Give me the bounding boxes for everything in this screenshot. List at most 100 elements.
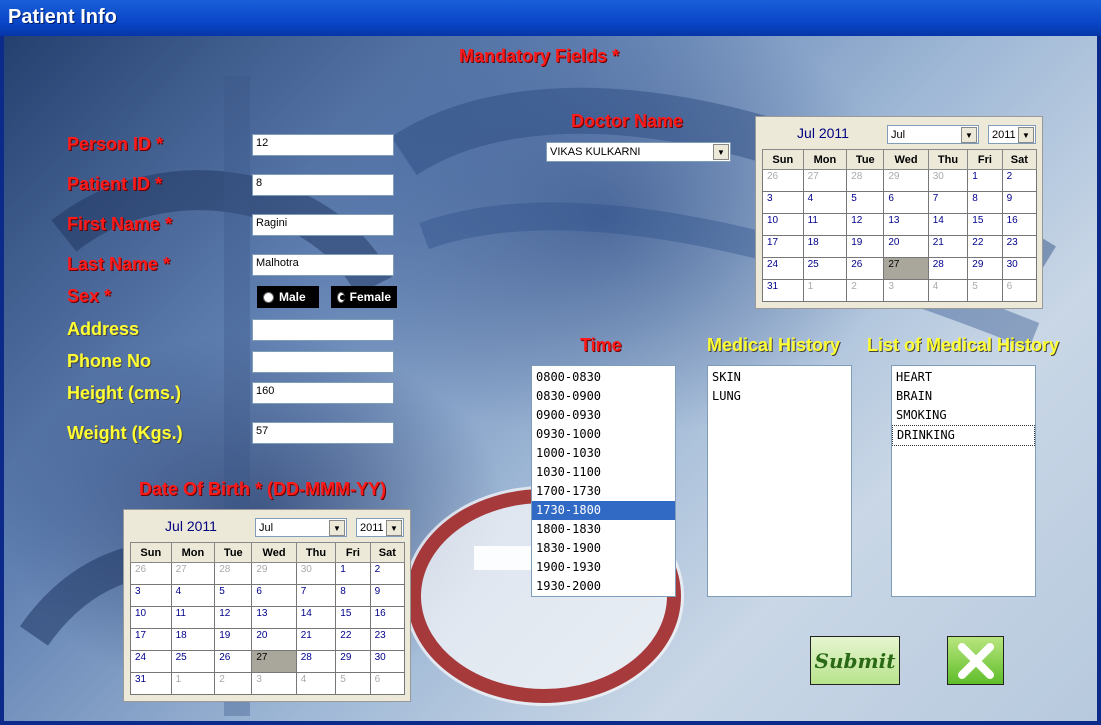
calendar-day[interactable]: 24 — [762, 257, 804, 280]
calendar-day[interactable]: 10 — [762, 213, 804, 236]
calendar-day[interactable]: 23 — [369, 628, 406, 651]
calendar-day[interactable]: 20 — [883, 235, 929, 258]
calendar-day[interactable]: 25 — [802, 257, 848, 280]
calendar-day[interactable]: 29 — [251, 562, 297, 585]
medical-history-item[interactable]: SKIN — [708, 368, 851, 387]
time-slot-list[interactable]: 0800-0830 0830-0900 0900-0930 0930-1000 1000… — [531, 365, 676, 597]
time-slot-item[interactable]: 0900-0930 — [532, 406, 675, 425]
medical-history-option[interactable]: HEART — [892, 368, 1035, 387]
height-field[interactable]: 160 — [252, 382, 394, 404]
calendar-day[interactable]: 22 — [967, 235, 1003, 258]
time-slot-item[interactable]: 1730-1800 — [532, 501, 675, 520]
calendar-day[interactable]: 4 — [295, 672, 337, 695]
calendar-day[interactable]: 11 — [802, 213, 848, 236]
calendar-day[interactable]: 27 — [170, 562, 216, 585]
chevron-down-icon[interactable]: ▼ — [713, 144, 729, 160]
time-slot-item[interactable]: 1930-2000 — [532, 577, 675, 596]
calendar-year-select[interactable]: 2011 ▼ — [988, 125, 1036, 144]
time-slot-item[interactable]: 1700-1730 — [532, 482, 675, 501]
calendar-month-select[interactable]: Jul ▼ — [887, 125, 979, 144]
calendar-day[interactable]: 9 — [369, 584, 406, 607]
calendar-day[interactable]: 27 — [251, 650, 297, 673]
calendar-day[interactable]: 6 — [883, 191, 929, 214]
calendar-day[interactable]: 18 — [170, 628, 216, 651]
calendar-day[interactable]: 11 — [170, 606, 216, 629]
dob-calendar[interactable]: Jul 2011 Jul ▼ 2011 ▼ Sun Mon Tue Wed Thu Fri… — [123, 509, 411, 702]
calendar-day[interactable]: 28 — [846, 169, 885, 192]
calendar-day[interactable]: 1 — [335, 562, 371, 585]
calendar-day[interactable]: 10 — [130, 606, 172, 629]
calendar-day[interactable]: 1 — [170, 672, 216, 695]
phone-field[interactable] — [252, 351, 394, 373]
address-field[interactable] — [252, 319, 394, 341]
calendar-day[interactable]: 21 — [927, 235, 969, 258]
calendar-day[interactable]: 17 — [130, 628, 172, 651]
calendar-day[interactable]: 1 — [967, 169, 1003, 192]
time-slot-item[interactable]: 0930-1000 — [532, 425, 675, 444]
patient-id-field[interactable]: 8 — [252, 174, 394, 196]
calendar-day[interactable]: 29 — [335, 650, 371, 673]
medical-history-option[interactable]: SMOKING — [892, 406, 1035, 425]
calendar-day[interactable]: 5 — [214, 584, 253, 607]
time-slot-item[interactable]: 1900-1930 — [532, 558, 675, 577]
calendar-day[interactable]: 28 — [927, 257, 969, 280]
male-radio[interactable]: Male — [257, 286, 319, 308]
chevron-down-icon[interactable]: ▼ — [1018, 127, 1034, 143]
calendar-year-select[interactable]: 2011 ▼ — [356, 518, 404, 537]
calendar-day[interactable]: 1 — [802, 279, 848, 302]
calendar-day[interactable]: 2 — [1001, 169, 1038, 192]
calendar-day[interactable]: 13 — [883, 213, 929, 236]
calendar-day[interactable]: 2 — [214, 672, 253, 695]
calendar-day[interactable]: 5 — [846, 191, 885, 214]
time-slot-item[interactable]: 1800-1830 — [532, 520, 675, 539]
doctor-select[interactable]: VIKAS KULKARNI ▼ — [546, 142, 731, 162]
calendar-day[interactable]: 23 — [1001, 235, 1038, 258]
calendar-day[interactable]: 28 — [214, 562, 253, 585]
calendar-day[interactable]: 19 — [846, 235, 885, 258]
medical-history-option[interactable]: BRAIN — [892, 387, 1035, 406]
calendar-grid[interactable]: Sun Mon Tue Wed Thu Fri Sat 26 27 28 29 30 1 2 3 4 5 6 7 8 9… — [762, 149, 1038, 302]
calendar-day[interactable]: 12 — [214, 606, 253, 629]
calendar-day[interactable]: 8 — [335, 584, 371, 607]
calendar-day[interactable]: 29 — [883, 169, 929, 192]
calendar-day[interactable]: 4 — [927, 279, 969, 302]
calendar-day[interactable]: 16 — [369, 606, 406, 629]
calendar-day[interactable]: 15 — [335, 606, 371, 629]
calendar-grid[interactable]: Sun Mon Tue Wed Thu Fri Sat 26 27 28 29 30 1 2 3 4 5 6 7 8 9… — [130, 542, 406, 695]
calendar-day[interactable]: 26 — [762, 169, 804, 192]
calendar-day[interactable]: 8 — [967, 191, 1003, 214]
chevron-down-icon[interactable]: ▼ — [961, 127, 977, 143]
calendar-day[interactable]: 3 — [130, 584, 172, 607]
calendar-day[interactable]: 21 — [295, 628, 337, 651]
time-slot-item[interactable]: 0830-0900 — [532, 387, 675, 406]
calendar-day[interactable]: 22 — [335, 628, 371, 651]
calendar-month-select[interactable]: Jul ▼ — [255, 518, 347, 537]
time-slot-item[interactable]: 1830-1900 — [532, 539, 675, 558]
medical-history-item[interactable]: LUNG — [708, 387, 851, 406]
appointment-calendar[interactable]: Jul 2011 Jul ▼ 2011 ▼ Sun Mon Tue Wed Thu Fri… — [755, 116, 1043, 309]
calendar-day[interactable]: 20 — [251, 628, 297, 651]
calendar-day[interactable]: 29 — [967, 257, 1003, 280]
calendar-day[interactable]: 14 — [927, 213, 969, 236]
chevron-down-icon[interactable]: ▼ — [329, 520, 345, 536]
calendar-day[interactable]: 3 — [251, 672, 297, 695]
calendar-day[interactable]: 26 — [846, 257, 885, 280]
calendar-day[interactable]: 3 — [762, 191, 804, 214]
calendar-day[interactable]: 30 — [295, 562, 337, 585]
calendar-day[interactable]: 6 — [251, 584, 297, 607]
calendar-day[interactable]: 5 — [967, 279, 1003, 302]
last-name-field[interactable]: Malhotra — [252, 254, 394, 276]
calendar-day[interactable]: 13 — [251, 606, 297, 629]
calendar-day[interactable]: 27 — [802, 169, 848, 192]
calendar-day[interactable]: 19 — [214, 628, 253, 651]
calendar-day[interactable]: 30 — [369, 650, 406, 673]
calendar-day[interactable]: 6 — [369, 672, 406, 695]
calendar-day[interactable]: 28 — [295, 650, 337, 673]
calendar-day[interactable]: 14 — [295, 606, 337, 629]
calendar-day[interactable]: 16 — [1001, 213, 1038, 236]
calendar-day[interactable]: 24 — [130, 650, 172, 673]
calendar-day[interactable]: 4 — [170, 584, 216, 607]
time-slot-item[interactable]: 0800-0830 — [532, 368, 675, 387]
person-id-field[interactable]: 12 — [252, 134, 394, 156]
calendar-day[interactable]: 15 — [967, 213, 1003, 236]
